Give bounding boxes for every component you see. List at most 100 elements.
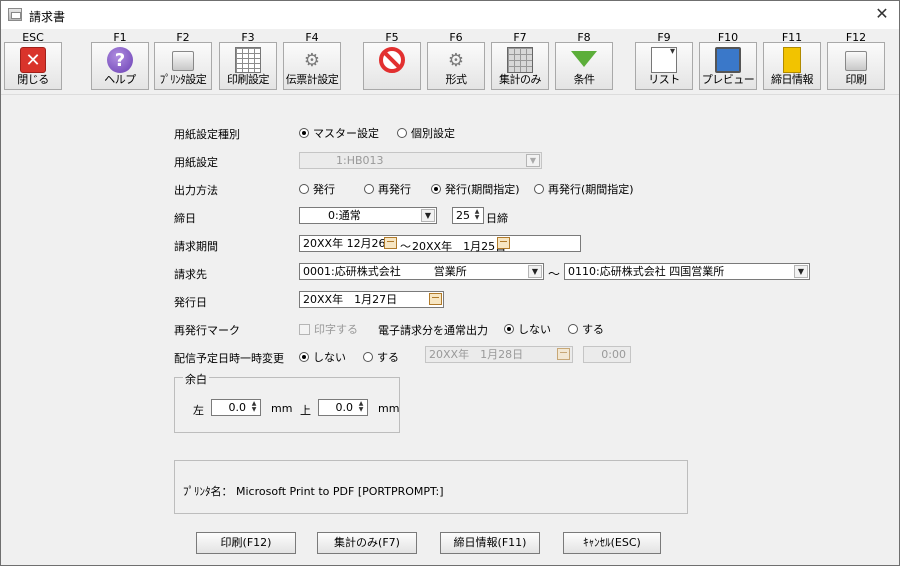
toolbar-f3: F3 印刷設定 [217,29,279,93]
print-action-button[interactable]: 印刷(F12) [196,532,296,554]
funnel-icon [571,51,597,67]
closing-date-label: 締日 [174,212,196,225]
billing-from-value: 0001:応研株式会社 営業所 [303,265,467,278]
invoice-window: 請求書 ✕ ESC ✕ 閉じる F1 ? ヘルプ F2 ﾌﾟﾘﾝﾀ設定 F3 印… [0,0,900,566]
button-label: 伝票計設定 [285,73,339,86]
output-reissue-period-radio[interactable]: 再発行(期間指定) [534,181,634,197]
delivery-time-input[interactable]: 0:00 [583,346,631,363]
radio-dot [397,128,407,138]
paper-type-label: 用紙設定種別 [174,128,240,141]
chevron-down-icon: ▼ [421,209,435,222]
margin-left-label: 左 [193,404,204,417]
f5-button[interactable] [363,42,421,90]
output-issue-radio[interactable]: 発行 [299,181,335,197]
button-label: リスト [648,73,680,86]
radio-dot [299,184,309,194]
list-icon [651,46,677,73]
issue-date-label: 発行日 [174,296,207,309]
output-reissue-radio[interactable]: 再発行 [364,181,411,197]
billing-period-label: 請求期間 [174,240,218,253]
close-button[interactable]: ✕ 閉じる [4,42,62,90]
calendar-icon[interactable] [497,237,510,249]
calendar-icon[interactable] [384,237,397,249]
delivery-change-label: 配信予定日時一時変更 [174,352,284,365]
printer-settings-button[interactable]: ﾌﾟﾘﾝﾀ設定 [154,42,212,90]
calendar-icon[interactable] [557,348,570,360]
electronic-yes-radio[interactable]: する [568,321,604,337]
issue-date-input[interactable]: 20XX年 1月27日 [299,291,444,308]
print-mark-checkbox[interactable]: 印字する [299,321,358,337]
radio-dot [568,324,578,334]
button-label: プレビュー [701,73,755,86]
toolbar-esc: ESC ✕ 閉じる [2,29,64,93]
button-label: 印刷設定 [227,73,270,86]
radio-label: しない [313,351,346,364]
monitor-icon [715,47,741,73]
condition-button[interactable]: 条件 [555,42,613,90]
button-label: 集計のみ [499,73,542,86]
billing-to-label: 請求先 [174,268,207,281]
delivery-no-radio[interactable]: しない [299,349,346,365]
output-issue-period-radio[interactable]: 発行(期間指定) [431,181,520,197]
format-button[interactable]: ⚙ 形式 [427,42,485,90]
period-from-value[interactable]: 20XX年 12月26日 [303,237,397,250]
billing-to-from-select[interactable]: 0001:応研株式会社 営業所 ▼ [299,263,544,280]
cancel-button[interactable]: ｷｬﾝｾﾙ(ESC) [563,532,661,554]
summary-only-action-button[interactable]: 集計のみ(F7) [317,532,417,554]
margin-left-stepper[interactable]: 0.0 ▲ ▼ [211,399,261,416]
paper-setting-value: 1:HB013 [336,154,384,167]
spin-arrows-icon[interactable]: ▲ ▼ [356,401,366,414]
radio-label: 再発行 [378,183,411,196]
unit-label: mm [271,402,293,415]
paper-setting-select[interactable]: 1:HB013 ▼ [299,152,542,169]
close-icon[interactable]: ✕ [873,5,891,23]
delivery-date-input[interactable]: 20XX年 1月28日 [425,346,573,363]
button-label: 印刷 [845,73,868,86]
checkbox-box [299,323,310,335]
closing-info-action-button[interactable]: 締日情報(F11) [440,532,540,554]
toolbar-f4: F4 ⚙ 伝票計設定 [281,29,343,93]
button-label: 締日情報 [771,73,814,86]
paper-type-master-radio[interactable]: マスター設定 [299,125,379,141]
slip-total-settings-button[interactable]: ⚙ 伝票計設定 [283,42,341,90]
app-icon [8,8,22,21]
paper-type-individual-radio[interactable]: 個別設定 [397,125,455,141]
radio-dot [534,184,544,194]
window-title: 請求書 [29,10,66,24]
spin-arrows-icon[interactable]: ▲ ▼ [249,401,259,414]
radio-label: する [377,351,399,364]
preview-button[interactable]: プレビュー [699,42,757,90]
closing-day-stepper[interactable]: 25 ▲ ▼ [452,207,484,224]
unit-label: mm [378,402,400,415]
printer-name-text: ﾌﾟﾘﾝﾀ名： Microsoft Print to PDF [PORTPROM… [183,485,444,498]
spin-arrows-icon[interactable]: ▲ ▼ [472,209,482,222]
issue-date-value: 20XX年 1月27日 [303,293,398,306]
radio-dot [299,352,309,362]
button-label: ヘルプ [104,73,136,86]
radio-dot [363,352,373,362]
help-button[interactable]: ? ヘルプ [91,42,149,90]
radio-dot [299,128,309,138]
print-button[interactable]: 印刷 [827,42,885,90]
period-to-value[interactable]: 20XX年 1月25日 [412,238,506,254]
calendar-icon[interactable] [429,293,442,305]
toolbar-f5: F5 [361,29,423,93]
printer-icon [172,51,194,71]
closing-day-value: 25 [456,209,470,222]
button-label: 形式 [445,73,468,86]
summary-only-button[interactable]: 集計のみ [491,42,549,90]
closing-type-select[interactable]: 0:通常 ▼ [299,207,437,224]
margin-top-stepper[interactable]: 0.0 ▲ ▼ [318,399,368,416]
billing-to-to-select[interactable]: 0110:応研株式会社 四国営業所 ▼ [564,263,810,280]
calculator-icon [507,47,533,73]
closing-info-button[interactable]: 締日情報 [763,42,821,90]
radio-label: マスター設定 [313,127,379,140]
period-separator: ～ [400,240,411,253]
delivery-yes-radio[interactable]: する [363,349,399,365]
form-area: 用紙設定種別 マスター設定 個別設定 用紙設定 1:HB013 ▼ 出力方法 発… [1,96,899,565]
radio-label: 個別設定 [411,127,455,140]
print-settings-button[interactable]: 印刷設定 [219,42,277,90]
electronic-no-radio[interactable]: しない [504,321,551,337]
printer-icon [845,51,867,71]
list-button[interactable]: リスト [635,42,693,90]
